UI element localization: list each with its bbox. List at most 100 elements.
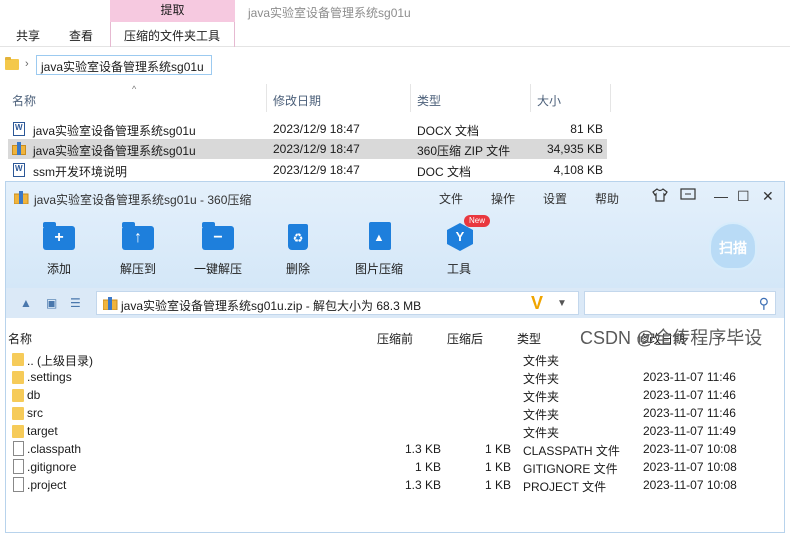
menu-help[interactable]: 帮助 (595, 190, 619, 207)
minimize-icon[interactable]: — (714, 188, 728, 204)
archive-date: 2023-11-07 10:08 (643, 442, 737, 456)
folder-icon (12, 407, 24, 420)
up-arrow-icon[interactable]: ▲ (20, 296, 32, 310)
add-folder-icon: + (43, 222, 75, 252)
archive-row[interactable]: .gitignore 1 KB 1 KB GITIGNORE 文件 2023-11-07… (6, 458, 784, 476)
close-icon[interactable]: ✕ (762, 188, 774, 205)
extract-to-icon: ↑ (122, 222, 154, 252)
one-click-extract-button[interactable]: − 一键解压 (183, 222, 253, 278)
thumbnail-view-icon[interactable]: ▣ (46, 296, 57, 310)
column-divider[interactable] (530, 84, 531, 112)
zip-window: java实验室设备管理系统sg01u - 360压缩 文件 操作 设置 帮助 —… (5, 181, 785, 533)
column-divider[interactable] (610, 84, 611, 112)
col-type[interactable]: 类型 (417, 92, 441, 109)
list-view-icon[interactable]: ☰ (70, 296, 81, 310)
sort-up-icon: ^ (132, 84, 137, 94)
column-divider[interactable] (266, 84, 267, 112)
col-after[interactable]: 压缩后 (447, 330, 483, 347)
col-type[interactable]: 类型 (517, 330, 541, 347)
tab-extract[interactable]: 提取 (110, 0, 235, 22)
archive-name: .settings (27, 370, 72, 384)
menu-operation[interactable]: 操作 (491, 190, 515, 207)
col-modified[interactable]: 修改日期 (273, 92, 321, 109)
archive-size-before: 1 KB (414, 460, 441, 474)
menu-file[interactable]: 文件 (439, 190, 463, 207)
file-row-selected[interactable]: java实验室设备管理系统sg01u 2023/12/9 18:47 360压缩… (8, 139, 607, 159)
archive-row[interactable]: .classpath 1.3 KB 1 KB CLASSPATH 文件 2023-11-… (6, 440, 784, 458)
archive-name: .. (上级目录) (27, 354, 93, 368)
file-type: DOCX 文档 (417, 124, 480, 138)
scan-button[interactable]: 扫描 (709, 222, 757, 270)
archive-row[interactable]: .settings 文件夹 2023-11-07 11:46 (6, 368, 784, 386)
explorer-window-title: java实验室设备管理系统sg01u (248, 6, 411, 20)
file-size: 81 KB (570, 122, 603, 136)
archive-path-field[interactable]: java实验室设备管理系统sg01u.zip - 解包大小为 68.3 MB V… (96, 291, 579, 315)
archive-size-before: 1.3 KB (404, 478, 441, 492)
archive-row[interactable]: .. (上级目录) 文件夹 (6, 350, 784, 368)
tools-button[interactable]: Y 工具 (424, 222, 494, 278)
file-icon (13, 441, 24, 456)
address-path[interactable]: java实验室设备管理系统sg01u (36, 55, 212, 75)
col-name[interactable]: 名称 (12, 92, 36, 109)
delete-bin-icon: ♻ (282, 222, 314, 252)
zip-header: java实验室设备管理系统sg01u - 360压缩 文件 操作 设置 帮助 —… (6, 182, 784, 288)
col-name[interactable]: 名称 (8, 330, 32, 347)
file-size: 34,935 KB (546, 142, 603, 156)
new-badge: New (464, 215, 490, 227)
word-doc-icon (13, 163, 25, 177)
folder-icon (12, 371, 24, 384)
file-row[interactable]: java实验室设备管理系统sg01u 2023/12/9 18:47 DOCX … (8, 119, 607, 139)
folder-icon (12, 425, 24, 438)
archive-type: 文件夹 (523, 354, 560, 368)
col-before[interactable]: 压缩前 (377, 330, 413, 347)
archive-size-after: 1 KB (484, 442, 511, 456)
tab-compressed-folder-tools[interactable]: 压缩的文件夹工具 (124, 27, 220, 44)
explorer-column-headers: ^ 名称 修改日期 类型 大小 (0, 84, 612, 112)
shirt-skin-icon[interactable] (652, 188, 668, 205)
archive-name: target (27, 424, 58, 438)
zip-window-title: java实验室设备管理系统sg01u - 360压缩 (34, 193, 252, 207)
file-date: 2023/12/9 18:47 (273, 122, 360, 136)
csdn-watermark: CSDN @全传程序毕设 (580, 328, 763, 348)
file-name: java实验室设备管理系统sg01u (33, 144, 196, 158)
file-row[interactable]: ssm开发环境说明 2023/12/9 18:47 DOC 文档 4,108 K… (8, 160, 607, 180)
dropdown-icon[interactable]: ▼ (557, 298, 567, 309)
column-divider[interactable] (410, 84, 411, 112)
archive-name: .gitignore (27, 460, 77, 474)
search-icon[interactable]: ⚲ (759, 295, 769, 312)
tab-share[interactable]: 共享 (16, 27, 40, 44)
add-button[interactable]: + 添加 (24, 222, 94, 278)
maximize-icon[interactable]: ☐ (737, 188, 750, 205)
folder-icon (12, 353, 24, 366)
menu-settings[interactable]: 设置 (543, 190, 567, 207)
image-compress-icon: ▲ (363, 222, 395, 252)
archive-name: db (27, 388, 41, 402)
archive-row[interactable]: .project 1.3 KB 1 KB PROJECT 文件 2023-11-07 1… (6, 476, 784, 494)
archive-type: 文件夹 (523, 426, 560, 440)
chevron-right-icon[interactable]: › (25, 58, 29, 70)
archive-size-after: 1 KB (484, 460, 511, 474)
file-name: java实验室设备管理系统sg01u (33, 124, 196, 138)
folder-icon (5, 57, 19, 70)
delete-button[interactable]: ♻ 删除 (263, 222, 333, 278)
col-size[interactable]: 大小 (537, 92, 561, 109)
image-compress-button[interactable]: ▲ 图片压缩 (344, 222, 414, 278)
v-logo-icon[interactable]: V (531, 293, 543, 314)
archive-size-before: 1.3 KB (404, 442, 441, 456)
file-type: 360压缩 ZIP 文件 (417, 144, 511, 158)
archive-row[interactable]: src 文件夹 2023-11-07 11:46 (6, 404, 784, 422)
archive-row[interactable]: target 文件夹 2023-11-07 11:49 (6, 422, 784, 440)
explorer-ribbon: 提取 java实验室设备管理系统sg01u 共享 查看 压缩的文件夹工具 (0, 0, 790, 47)
search-input[interactable]: ⚲ (584, 291, 776, 315)
file-date: 2023/12/9 18:47 (273, 142, 360, 156)
address-bar[interactable]: › java实验室设备管理系统sg01u (0, 54, 790, 78)
file-icon (13, 459, 24, 474)
archive-type: GITIGNORE 文件 (523, 462, 618, 476)
extract-to-button[interactable]: ↑ 解压到 (103, 222, 173, 278)
archive-type: CLASSPATH 文件 (523, 444, 620, 458)
archive-name: .classpath (27, 442, 82, 456)
tab-view[interactable]: 查看 (69, 27, 93, 44)
archive-path-text: java实验室设备管理系统sg01u.zip - 解包大小为 68.3 MB (121, 299, 422, 313)
feedback-icon[interactable] (680, 188, 696, 205)
archive-row[interactable]: db 文件夹 2023-11-07 11:46 (6, 386, 784, 404)
